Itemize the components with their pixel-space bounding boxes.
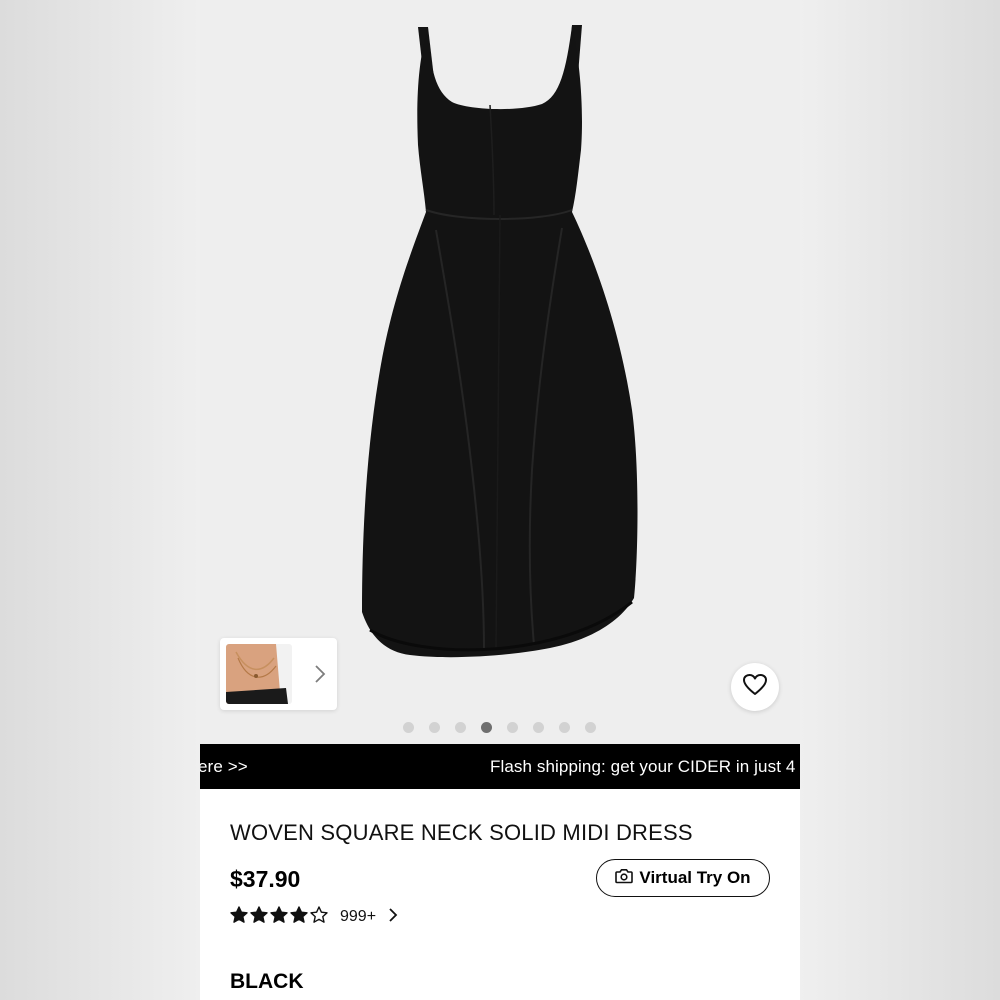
promo-banner-text-prev: ere >> xyxy=(200,757,248,776)
gallery-dot[interactable] xyxy=(402,721,414,733)
gallery-dot[interactable] xyxy=(558,721,570,733)
promo-banner-text: Flash shipping: get your CIDER in just 4 xyxy=(490,757,796,776)
background-left xyxy=(0,0,200,1000)
star-filled-icon xyxy=(250,905,268,929)
gallery-dot[interactable] xyxy=(506,721,518,733)
promo-banner[interactable]: ere >> Flash shipping: get your CIDER in… xyxy=(200,744,800,789)
review-count: 999+ xyxy=(340,908,377,925)
heart-outline-icon xyxy=(742,673,768,702)
product-title: WOVEN SQUARE NECK SOLID MIDI DRESS xyxy=(230,820,693,845)
gallery-dot[interactable] xyxy=(428,721,440,733)
star-outline-icon xyxy=(310,905,328,929)
wishlist-button[interactable] xyxy=(731,663,779,711)
recommended-item-card[interactable] xyxy=(220,638,337,710)
product-main-image xyxy=(362,25,638,658)
selected-color-label: BLACK xyxy=(230,970,304,993)
product-image-gallery[interactable] xyxy=(200,0,800,744)
product-price: $37.90 xyxy=(230,866,301,892)
star-filled-icon xyxy=(290,905,308,929)
gallery-pagination xyxy=(200,720,800,734)
recommended-item-thumbnail xyxy=(226,644,292,704)
background-right xyxy=(800,0,1000,1000)
virtual-try-on-label: Virtual Try On xyxy=(639,868,751,887)
gallery-dot[interactable] xyxy=(454,721,466,733)
chevron-right-icon[interactable] xyxy=(313,663,327,685)
product-rating[interactable]: 999+ xyxy=(230,905,398,929)
chevron-right-icon xyxy=(388,907,398,928)
gallery-dot[interactable] xyxy=(480,721,492,733)
gallery-dot[interactable] xyxy=(584,721,596,733)
product-page: ere >> Flash shipping: get your CIDER in… xyxy=(200,0,800,1000)
camera-icon xyxy=(615,868,634,889)
star-filled-icon xyxy=(270,905,288,929)
star-filled-icon xyxy=(230,905,248,929)
virtual-try-on-button[interactable]: Virtual Try On xyxy=(596,859,770,897)
gallery-dot[interactable] xyxy=(532,721,544,733)
